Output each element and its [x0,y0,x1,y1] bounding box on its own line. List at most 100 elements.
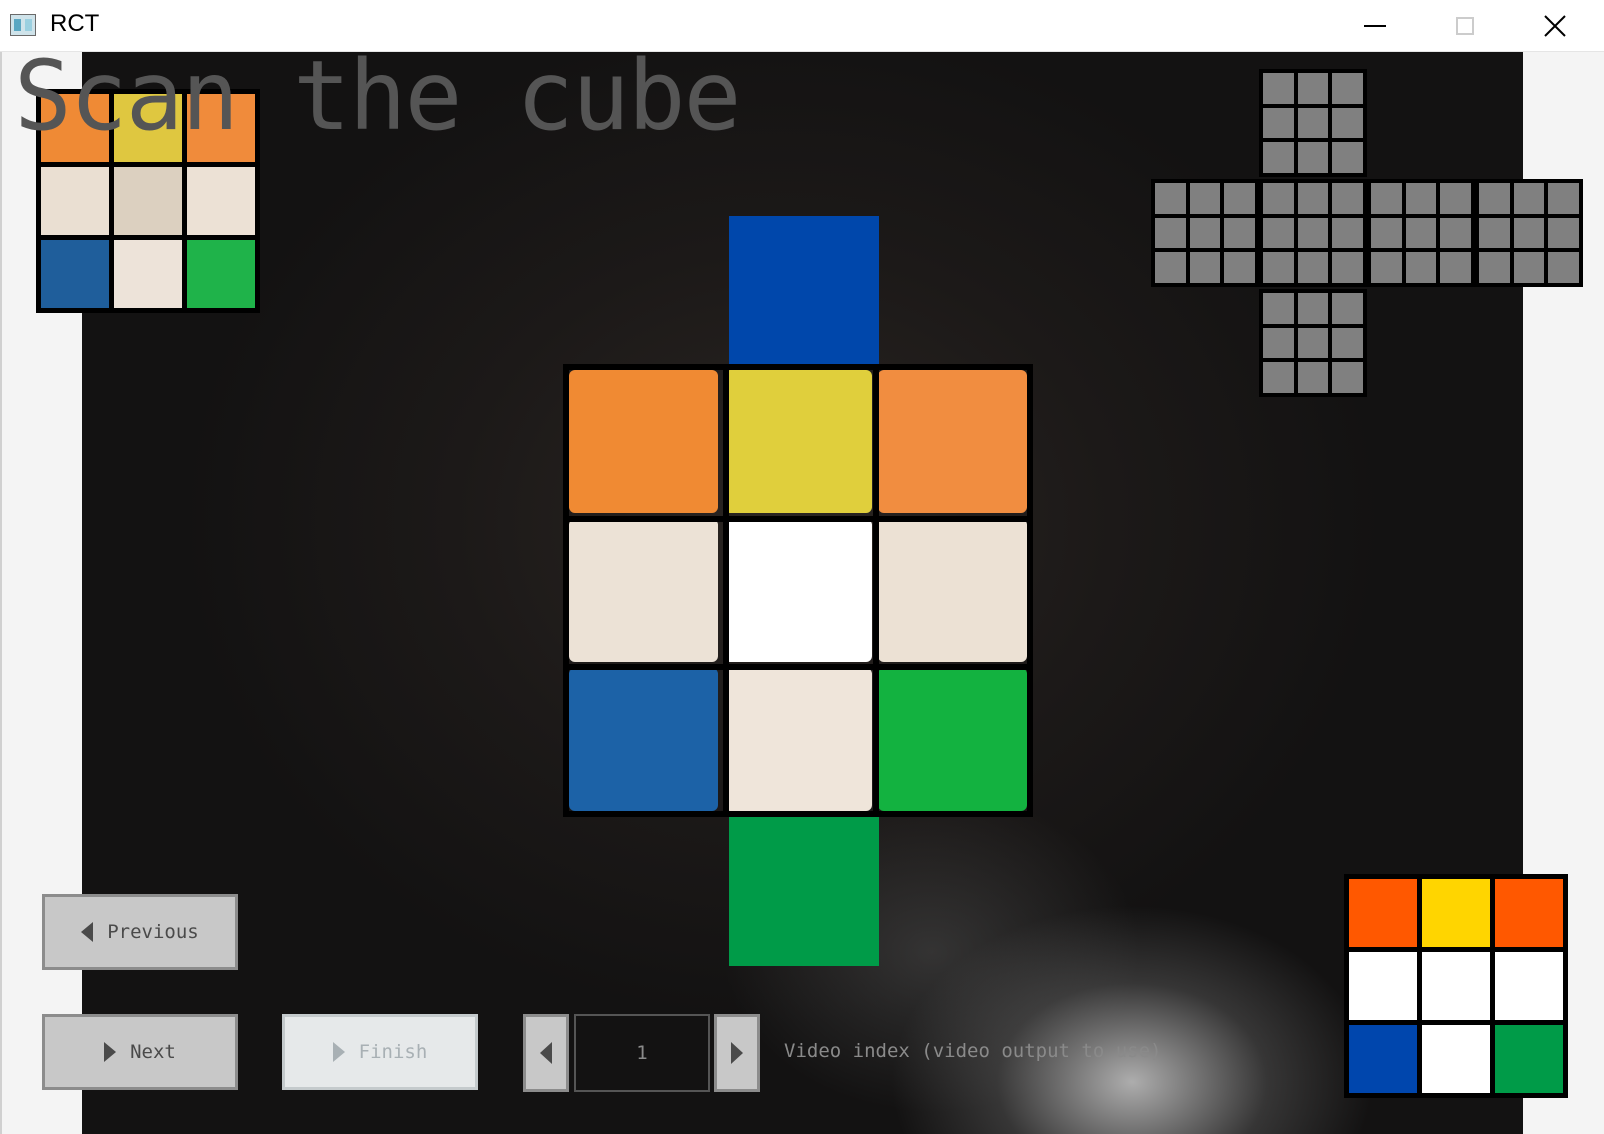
scanned-sticker [41,167,109,235]
net-sticker [1332,73,1363,104]
net-sticker [1332,107,1363,139]
net-sticker [1224,217,1255,249]
camera-sticker [569,370,718,513]
net-sticker [1479,183,1510,214]
camera-sticker [878,370,1027,513]
net-sticker [1297,217,1329,249]
net-sticker [1297,252,1329,283]
classified-sticker [1495,879,1563,947]
camera-sticker [723,519,873,662]
net-sticker [1189,183,1221,214]
classified-face-preview [1344,874,1568,1098]
net-sticker [1371,183,1402,214]
net-sticker [1371,252,1402,283]
net-sticker [1513,183,1545,214]
net-sticker [1548,183,1579,214]
neighbor-face-top-indicator [729,216,879,364]
net-sticker [1479,252,1510,283]
net-sticker [1440,252,1471,283]
net-sticker [1548,217,1579,249]
net-sticker [1297,293,1329,324]
net-face-left [1151,179,1259,287]
previous-button-label: Previous [107,921,199,943]
net-sticker [1263,252,1294,283]
net-face-front [1259,179,1367,287]
scan-overlay-line [563,664,1033,670]
camera-sticker [569,519,718,662]
video-index-decrement-button[interactable] [523,1014,569,1092]
classified-sticker [1422,952,1490,1020]
finish-button[interactable]: Finish [282,1014,478,1090]
net-sticker [1263,362,1294,393]
net-sticker [1297,142,1329,173]
net-sticker [1371,217,1402,249]
net-sticker [1224,183,1255,214]
net-sticker [1332,142,1363,173]
net-sticker [1297,327,1329,359]
video-index-input[interactable]: 1 [574,1014,710,1092]
classified-sticker [1349,879,1417,947]
net-face-back [1475,179,1583,287]
net-sticker [1513,252,1545,283]
net-sticker [1297,73,1329,104]
camera-sticker [723,668,873,811]
previous-button[interactable]: Previous [42,894,238,970]
arrow-left-icon [540,1042,552,1064]
video-index-increment-button[interactable] [714,1014,760,1092]
next-button[interactable]: Next [42,1014,238,1090]
net-sticker [1263,327,1294,359]
arrow-right-icon [332,1042,345,1062]
page-title: Scan the cube [14,40,741,152]
next-button-label: Next [130,1041,176,1063]
app-icon [10,14,36,36]
classified-sticker [1349,952,1417,1020]
net-sticker [1155,217,1186,249]
net-sticker [1548,252,1579,283]
net-sticker [1224,252,1255,283]
net-face-down [1259,289,1367,397]
maximize-button[interactable] [1420,0,1510,51]
net-sticker [1297,362,1329,393]
minimize-button[interactable] [1330,0,1420,51]
net-sticker [1440,217,1471,249]
classified-sticker [1495,1025,1563,1093]
neighbor-face-bottom-indicator [729,817,879,966]
net-sticker [1440,183,1471,214]
net-sticker [1297,107,1329,139]
classified-sticker [1422,879,1490,947]
arrow-left-icon [81,922,94,942]
scanned-sticker [114,167,182,235]
net-sticker [1332,362,1363,393]
net-sticker [1263,217,1294,249]
net-sticker [1189,217,1221,249]
scan-overlay-line [563,516,1033,522]
scanned-sticker [41,240,109,308]
classified-sticker [1422,1025,1490,1093]
scanned-sticker [114,240,182,308]
net-sticker [1332,183,1363,214]
maximize-icon [1456,16,1474,35]
net-sticker [1297,183,1329,214]
net-sticker [1332,293,1363,324]
net-sticker [1263,73,1294,104]
arrow-right-icon [731,1042,743,1064]
camera-face-grid [563,364,1033,817]
cube-net [1151,69,1585,397]
net-sticker [1332,252,1363,283]
net-face-up [1259,69,1367,177]
net-sticker [1332,217,1363,249]
net-sticker [1263,107,1294,139]
camera-sticker [878,519,1027,662]
scanned-sticker [187,167,255,235]
net-sticker [1479,217,1510,249]
close-button[interactable] [1510,0,1600,51]
net-sticker [1155,183,1186,214]
net-face-right [1367,179,1475,287]
net-sticker [1155,252,1186,283]
net-sticker [1263,293,1294,324]
scanned-sticker [187,240,255,308]
classified-sticker [1495,952,1563,1020]
arrow-right-icon [104,1042,117,1062]
net-sticker [1405,183,1437,214]
classified-sticker [1349,1025,1417,1093]
